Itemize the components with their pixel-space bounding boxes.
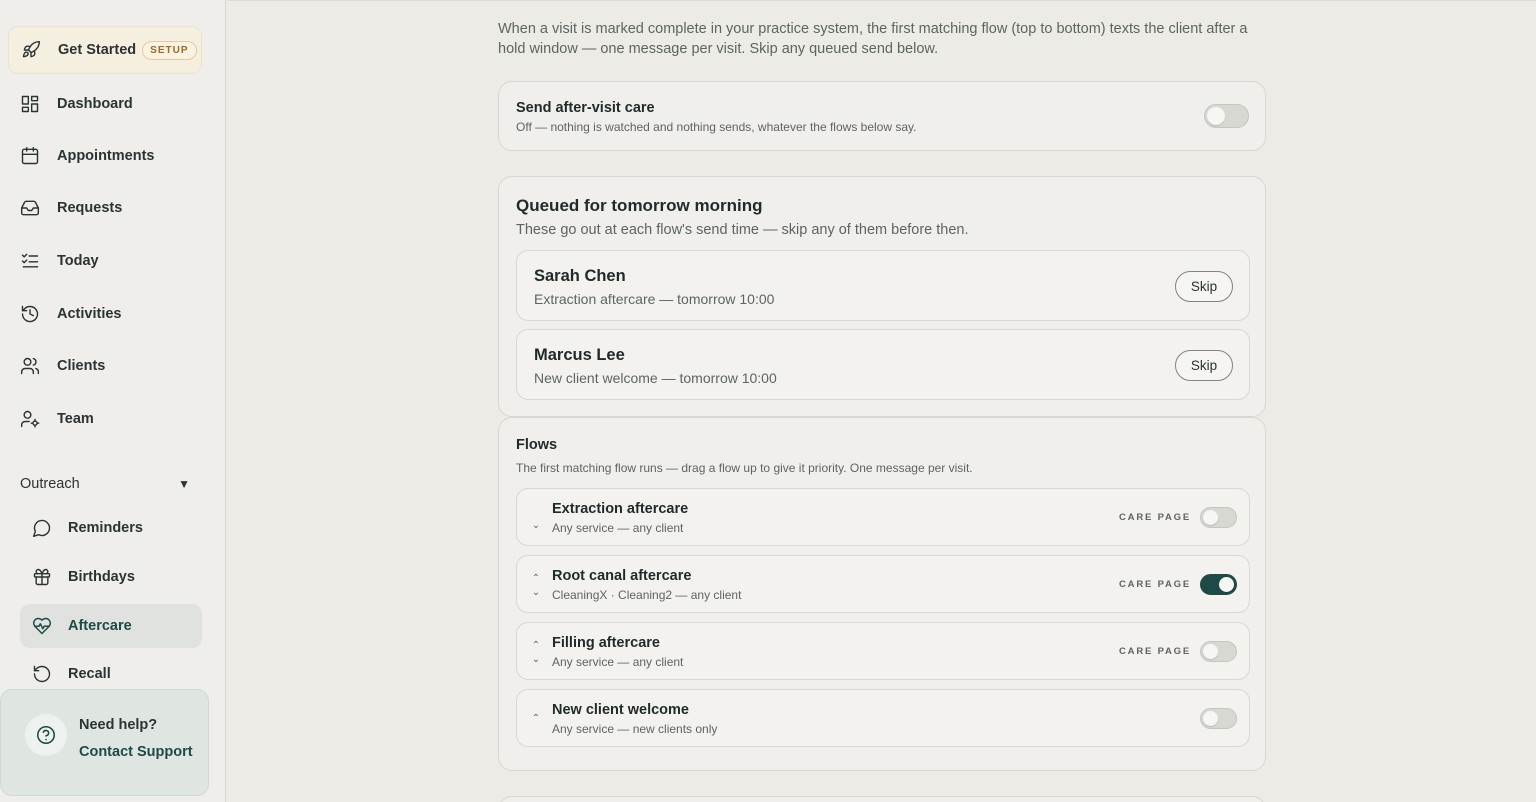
reorder-controls: ⌃ [529, 704, 543, 734]
sidebar-item-aftercare[interactable]: Aftercare [20, 604, 202, 648]
next-card [498, 796, 1266, 802]
help-circle-icon [25, 714, 67, 756]
care-page-label: CARE PAGE [1119, 512, 1191, 523]
checklist-icon [20, 251, 40, 271]
queue-title: Queued for tomorrow morning [516, 196, 763, 215]
queue-item-detail: New client welcome — tomorrow 10:00 [534, 370, 777, 386]
queue-card: Queued for tomorrow morning These go out… [498, 176, 1266, 417]
queue-subtitle: These go out at each flow's send time — … [516, 222, 969, 238]
reorder-controls: ⌃ ⌄ [529, 570, 543, 600]
chevron-up-icon[interactable]: ⌃ [529, 714, 543, 724]
flow-detail: Any service — new clients only [552, 722, 718, 736]
dashboard-icon [20, 94, 40, 114]
flow-item-root-canal-aftercare[interactable]: ⌃ ⌄ Root canal aftercare CleaningX · Cle… [516, 555, 1250, 613]
queue-item-name: Marcus Lee [534, 346, 625, 364]
flow-detail: Any service — any client [552, 521, 684, 535]
flow-detail: Any service — any client [552, 655, 684, 669]
sidebar: Get Started SETUP Dashboard Appointments… [0, 0, 226, 802]
section-label: Outreach [20, 476, 80, 492]
care-page-toggle[interactable] [1200, 641, 1237, 662]
flow-item-filling-aftercare[interactable]: ⌃ ⌄ Filling aftercare Any service — any … [516, 622, 1250, 680]
flow-enable-toggle[interactable] [1200, 708, 1237, 729]
help-title: Need help? [79, 717, 158, 733]
history-icon [20, 304, 40, 324]
queue-item-detail: Extraction aftercare — tomorrow 10:00 [534, 291, 775, 307]
skip-button[interactable]: Skip [1175, 350, 1233, 381]
setup-badge: SETUP [142, 40, 197, 60]
care-page-label: CARE PAGE [1119, 579, 1191, 590]
chevron-down-icon[interactable]: ⌄ [529, 521, 543, 531]
flows-subtitle: The first matching flow runs — drag a fl… [516, 461, 973, 475]
sidebar-item-get-started[interactable]: Get Started SETUP [8, 26, 202, 74]
sidebar-item-label: Activities [57, 306, 122, 322]
queue-item: Sarah Chen Extraction aftercare — tomorr… [516, 250, 1250, 321]
sidebar-item-dashboard[interactable]: Dashboard [8, 82, 202, 126]
flow-item-new-client-welcome[interactable]: ⌃ New client welcome Any service — new c… [516, 689, 1250, 747]
sidebar-item-label: Birthdays [68, 569, 135, 585]
flow-item-extraction-aftercare[interactable]: ⌄ Extraction aftercare Any service — any… [516, 488, 1250, 546]
calendar-icon [20, 146, 40, 166]
sidebar-item-label: Team [57, 411, 94, 427]
users-icon [20, 356, 40, 376]
flow-name: Filling aftercare [552, 635, 660, 651]
caret-down-icon: ▼ [178, 477, 190, 491]
main-content: When a visit is marked complete in your … [227, 0, 1536, 802]
care-page-toggle[interactable] [1200, 507, 1237, 528]
sidebar-item-label: Clients [57, 358, 106, 374]
queue-item-name: Sarah Chen [534, 267, 626, 285]
reorder-controls: ⌄ [529, 503, 543, 533]
gift-icon [32, 567, 52, 587]
sidebar-item-label: Recall [68, 666, 111, 682]
send-after-visit-card: Send after-visit care Off — nothing is w… [498, 81, 1266, 151]
sidebar-item-today[interactable]: Today [8, 239, 202, 283]
sidebar-item-label: Dashboard [57, 96, 133, 112]
care-page-label: CARE PAGE [1119, 646, 1191, 657]
sidebar-item-label: Get Started [58, 42, 137, 58]
sidebar-item-label: Appointments [57, 148, 155, 164]
flow-detail: CleaningX · Cleaning2 — any client [552, 588, 742, 602]
chevron-up-icon[interactable]: ⌃ [529, 574, 543, 584]
chat-bubble-icon [32, 518, 52, 538]
send-after-visit-toggle[interactable] [1204, 104, 1249, 128]
flows-title: Flows [516, 437, 558, 453]
send-card-subtitle: Off — nothing is watched and nothing sen… [516, 120, 917, 134]
sidebar-item-clients[interactable]: Clients [8, 344, 202, 388]
chevron-up-icon[interactable]: ⌃ [529, 641, 543, 651]
flow-name: New client welcome [552, 702, 689, 718]
sidebar-item-reminders[interactable]: Reminders [20, 506, 202, 550]
sidebar-item-label: Reminders [68, 520, 143, 536]
sidebar-item-appointments[interactable]: Appointments [8, 134, 202, 178]
flow-name: Root canal aftercare [552, 568, 692, 584]
intro-text: When a visit is marked complete in your … [498, 21, 1248, 57]
outreach-section-toggle[interactable]: Outreach ▼ [20, 472, 190, 496]
sidebar-item-activities[interactable]: Activities [8, 292, 202, 336]
inbox-icon [20, 198, 40, 218]
sidebar-item-label: Today [57, 253, 99, 269]
reorder-controls: ⌃ ⌄ [529, 637, 543, 667]
sidebar-item-birthdays[interactable]: Birthdays [20, 555, 202, 599]
skip-button[interactable]: Skip [1175, 271, 1233, 302]
rocket-icon [21, 40, 41, 60]
user-gear-icon [20, 409, 40, 429]
sidebar-item-requests[interactable]: Requests [8, 186, 202, 230]
sidebar-item-label: Requests [57, 200, 123, 216]
rotate-icon [32, 664, 52, 684]
chevron-down-icon[interactable]: ⌄ [529, 655, 543, 665]
sidebar-item-team[interactable]: Team [8, 397, 202, 441]
flow-name: Extraction aftercare [552, 501, 689, 517]
queue-item: Marcus Lee New client welcome — tomorrow… [516, 329, 1250, 400]
flows-card: Flows The first matching flow runs — dra… [498, 417, 1266, 771]
care-page-toggle[interactable] [1200, 574, 1237, 595]
send-card-title: Send after-visit care [516, 100, 655, 116]
heart-pulse-icon [32, 616, 52, 636]
chevron-down-icon[interactable]: ⌄ [529, 588, 543, 598]
contact-support-link[interactable]: Contact Support [79, 744, 193, 760]
help-card: Need help? Contact Support [0, 689, 209, 796]
sidebar-item-label: Aftercare [68, 618, 132, 634]
